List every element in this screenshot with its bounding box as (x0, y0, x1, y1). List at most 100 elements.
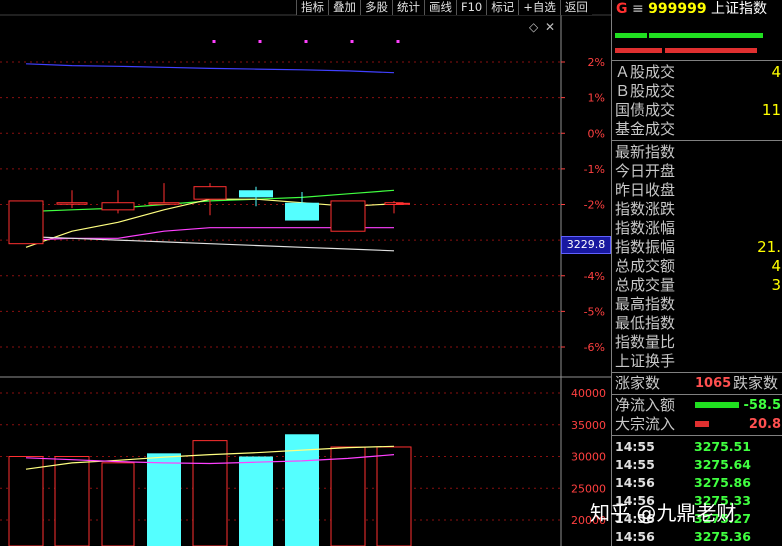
row-label: 指数量比 (615, 333, 676, 351)
volume-axis-label: 35000 (571, 419, 606, 432)
tick-price: 3275.64 (694, 457, 751, 472)
toolbar-f10-button[interactable]: F10 (456, 0, 487, 15)
volume-bar[interactable] (376, 446, 412, 546)
signal-marker (258, 40, 262, 43)
block-inflow-bar (695, 421, 709, 427)
volume-axis-label: 30000 (571, 451, 606, 464)
price-ma-line (25, 63, 395, 74)
top-markers (212, 40, 400, 43)
kline-chart[interactable]: 2%1%0%-1%-2%-3%-4%-5%-6%4000035000300002… (0, 0, 611, 546)
net-inflow-value: -58.5 (743, 398, 781, 413)
volume-axis-label: 40000 (571, 387, 606, 400)
volume-bar[interactable] (8, 456, 44, 546)
toolbar-stats-button[interactable]: 统计 (392, 0, 424, 15)
row-label: 总成交额 (615, 257, 676, 275)
toolbar-add-watchlist-button[interactable]: +自选 (518, 0, 560, 15)
row-label: 昨日收盘 (615, 181, 676, 199)
volume-bar[interactable] (239, 456, 273, 546)
watermark: 知乎 @九鼎老财 (590, 501, 737, 525)
advance-decline-row: 涨家数 1065 跌家数 (612, 374, 782, 393)
volume-bar[interactable] (147, 453, 181, 546)
trade-row: 国债成交 11 (612, 101, 782, 120)
volume-bar[interactable] (101, 462, 135, 546)
index-row: 指数振幅 21. (612, 238, 782, 257)
row-label: 国债成交 (615, 101, 676, 119)
row-label: 今日开盘 (615, 162, 676, 180)
divider (612, 140, 782, 141)
candle-body[interactable] (8, 200, 44, 245)
block-inflow-value: 20.8 (748, 417, 781, 432)
volume-bar[interactable] (192, 440, 228, 546)
row-label: 指数涨幅 (615, 219, 676, 237)
candle-body[interactable] (56, 202, 88, 205)
tick-time: 14:55 (615, 439, 655, 454)
g-badge[interactable]: G (616, 1, 628, 17)
price-axis-label: 2% (588, 56, 605, 69)
index-row: 昨日收盘 (612, 181, 782, 200)
block-inflow-label: 大宗流入 (615, 415, 676, 433)
tick-time: 14:56 (615, 529, 655, 544)
tick-row: 14:55 3275.51 (612, 437, 782, 456)
row-label: 最低指数 (615, 314, 676, 332)
tick-row: 14:56 3275.86 (612, 473, 782, 492)
bid-strength-bar-2 (649, 33, 763, 38)
row-label: Ｂ股成交 (615, 82, 676, 100)
toolbar-back-button[interactable]: 返回 (559, 0, 592, 15)
index-row: 指数涨跌 (612, 200, 782, 219)
close-icon[interactable]: ✕ (545, 20, 555, 34)
toolbar: 指标 叠加 多股 统计 画线 F10 标记 +自选 返回 (296, 0, 592, 15)
signal-marker (212, 40, 216, 43)
toolbar-draw-button[interactable]: 画线 (424, 0, 456, 15)
row-label: Ａ股成交 (615, 63, 676, 81)
trade-row: Ａ股成交 4 (612, 63, 782, 82)
row-label: 指数涨跌 (615, 200, 676, 218)
row-value: 4 (771, 257, 781, 275)
candle-body[interactable] (239, 190, 273, 198)
tick-row: 14:55 3275.64 (612, 455, 782, 474)
index-row: 最高指数 (612, 295, 782, 314)
row-value: 11 (761, 101, 781, 119)
candle-body[interactable] (101, 202, 135, 211)
price-axis-label: -6% (584, 341, 605, 354)
toolbar-mark-button[interactable]: 标记 (486, 0, 519, 15)
divider (612, 394, 782, 395)
signal-marker (304, 40, 308, 43)
row-label: 基金成交 (615, 120, 676, 138)
tick-time: 14:55 (615, 457, 655, 472)
index-row: 指数涨幅 (612, 219, 782, 238)
candle-body[interactable] (330, 200, 366, 232)
price-axis-label: -5% (584, 305, 605, 318)
candle-body[interactable] (285, 202, 319, 221)
rise-value: 1065 (695, 376, 732, 391)
trade-row: Ｂ股成交 (612, 82, 782, 101)
rise-label: 涨家数 (615, 374, 661, 392)
tick-row: 14:56 3275.36 (612, 527, 782, 546)
toolbar-multi-stock-button[interactable]: 多股 (360, 0, 392, 15)
tick-price: 3275.36 (694, 529, 751, 544)
current-price-label: 3229.8 (561, 236, 611, 254)
diamond-icon[interactable]: ◇ (529, 20, 539, 34)
row-value: 3 (771, 276, 781, 294)
price-ma-line (25, 236, 395, 252)
net-inflow-bar (695, 402, 739, 408)
ask-strength-bar-2 (665, 48, 757, 53)
volume-bars[interactable] (8, 434, 412, 546)
candle-body[interactable] (193, 186, 227, 200)
row-label: 最高指数 (615, 295, 676, 313)
row-value: 21. (757, 238, 781, 256)
row-label: 最新指数 (615, 143, 676, 161)
block-inflow-row: 大宗流入 20.8 (612, 415, 782, 434)
volume-axis-label: 25000 (571, 482, 606, 495)
menu-icon[interactable]: ≡ (632, 1, 644, 17)
tick-price: 3275.51 (694, 439, 751, 454)
candle-body[interactable] (148, 202, 180, 205)
net-inflow-label: 净流入额 (615, 396, 676, 414)
toolbar-indicator-button[interactable]: 指标 (296, 0, 328, 15)
trade-row: 基金成交 (612, 120, 782, 139)
volume-bar[interactable] (330, 446, 366, 546)
tick-time: 14:56 (615, 475, 655, 490)
toolbar-overlay-button[interactable]: 叠加 (328, 0, 360, 15)
candles[interactable] (8, 183, 410, 245)
volume-bar[interactable] (54, 456, 90, 546)
bid-strength-bar (615, 33, 647, 38)
